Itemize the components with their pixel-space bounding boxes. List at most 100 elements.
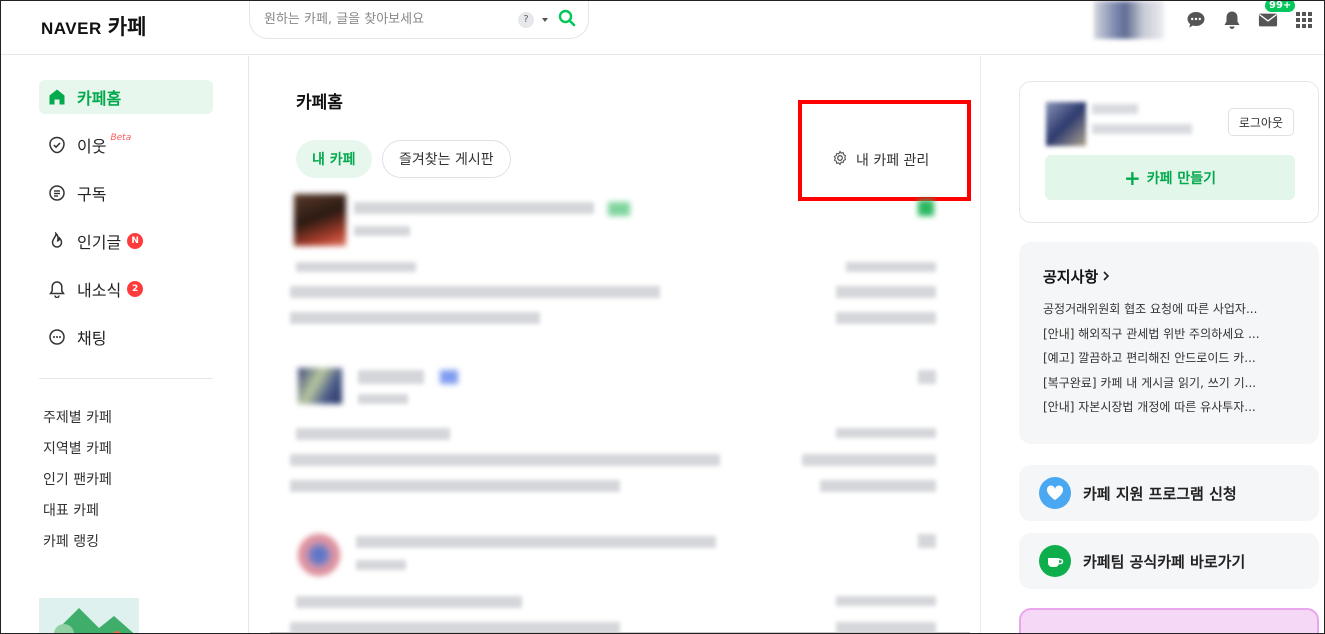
check-circle-icon [47, 135, 67, 155]
beta-tag: Beta [110, 133, 132, 143]
post-line-blur [290, 454, 720, 466]
new-badge: N [127, 233, 144, 249]
user-avatar[interactable] [1094, 1, 1164, 39]
tab-my-cafe[interactable]: 내 카페 [296, 140, 372, 178]
support-program-banner[interactable]: 카페 지원 프로그램 신청 [1019, 465, 1319, 521]
tab-favorite-boards[interactable]: 즐겨찾는 게시판 [382, 140, 511, 178]
mail-count-badge: 99+ [1264, 1, 1297, 13]
logout-button[interactable]: 로그아웃 [1227, 108, 1294, 136]
notification-bell-icon[interactable] [1222, 10, 1242, 30]
create-cafe-button[interactable]: + 카페 만들기 [1045, 155, 1295, 200]
official-cafe-banner[interactable]: 카페팀 공식카페 바로가기 [1019, 533, 1319, 589]
post-date-blur [802, 454, 936, 466]
post-line-blur [296, 428, 450, 440]
post-line-blur [290, 286, 660, 298]
cafe-status-blur [918, 200, 934, 216]
post-line-blur [290, 480, 620, 492]
main-nav: 카페홈 이웃 Beta 구독 인기글 N 내소식 2 채팅 [39, 80, 213, 368]
heart-icon [1039, 477, 1071, 509]
post-date-blur [836, 596, 936, 606]
notice-item[interactable]: [복구완료] 카페 내 게시글 읽기, 쓰기 기... [1043, 373, 1295, 398]
notice-title[interactable]: 공지사항 [1043, 266, 1295, 287]
notice-item[interactable]: [안내] 자본시장법 개정에 따른 유사투자... [1043, 397, 1295, 422]
post-date-blur [836, 286, 936, 298]
chevron-right-icon [1102, 268, 1110, 286]
notice-title-text: 공지사항 [1043, 268, 1099, 286]
link-cafe-ranking[interactable]: 카페 랭킹 [43, 530, 112, 561]
mail-icon[interactable]: 99+ [1258, 1, 1297, 30]
cafe-thumbnail [294, 194, 346, 246]
main-content: 카페홈 내 카페 즐겨찾는 게시판 내 카페 관리 [250, 56, 981, 633]
link-representative-cafes[interactable]: 대표 카페 [43, 499, 112, 530]
cafe-meta-blur [358, 394, 408, 404]
notice-item[interactable]: [안내] 해외직구 관세법 위반 주의하세요 ... [1043, 324, 1295, 349]
cafe-meta-blur [354, 226, 410, 236]
flame-icon [47, 231, 67, 251]
nav-item-label: 내소식 [77, 281, 122, 300]
nav-item-popular[interactable]: 인기글 N [39, 224, 213, 258]
nav-item-cafe-home[interactable]: 카페홈 [39, 80, 213, 114]
profile-avatar[interactable] [1046, 102, 1086, 146]
post-line-blur [290, 312, 540, 324]
notice-item[interactable]: 공정거래위원회 협조 요청에 따른 사업자... [1043, 299, 1295, 324]
nav-item-neighbors[interactable]: 이웃 Beta [39, 128, 213, 162]
coffee-cup-icon [1039, 545, 1071, 577]
sidebar-divider [39, 378, 213, 379]
nav-item-label: 이웃 [77, 137, 107, 156]
link-topic-cafes[interactable]: 주제별 카페 [43, 406, 112, 437]
cafe-tag-blur [608, 202, 630, 216]
cafe-tag-blur [440, 370, 458, 384]
cafe-thumbnail [298, 534, 340, 576]
naver-cafe-logo[interactable]: NAVER 카페 [41, 11, 146, 39]
nav-item-subscribe[interactable]: 구독 [39, 176, 213, 210]
post-date-blur [846, 262, 936, 272]
nav-item-label: 인기글 [77, 233, 122, 252]
page-title: 카페홈 [296, 93, 343, 113]
search-help-icon[interactable]: ? [518, 11, 534, 28]
search-options-caret-icon[interactable] [542, 17, 548, 22]
category-links: 주제별 카페 지역별 카페 인기 팬카페 대표 카페 카페 랭킹 [43, 406, 112, 561]
nav-item-chat[interactable]: 채팅 [39, 320, 213, 354]
link-region-cafes[interactable]: 지역별 카페 [43, 437, 112, 468]
app-window: NAVER 카페 ? 99+ [0, 0, 1325, 634]
right-sidebar: 로그아웃 + 카페 만들기 공지사항 공정거래위원회 협조 요청에 따른 사업자… [982, 56, 1324, 633]
chat-icon[interactable] [1186, 10, 1206, 30]
cafe-thumbnail [298, 368, 342, 404]
nav-item-label: 채팅 [77, 329, 107, 348]
chat-bubble-icon [47, 327, 67, 347]
post-line-blur [296, 262, 416, 272]
post-date-blur [820, 480, 936, 492]
promo-banner-thumbnail[interactable] [39, 598, 139, 633]
cafe-meta-blur [356, 560, 406, 570]
logo-brand: NAVER [41, 19, 102, 38]
nav-item-label: 카페홈 [77, 89, 122, 108]
logo-service: 카페 [107, 15, 147, 39]
post-line-blur [296, 596, 522, 608]
notice-item[interactable]: [예고] 깔끔하고 편리해진 안드로이드 카... [1043, 348, 1295, 373]
notice-panel: 공지사항 공정거래위원회 협조 요청에 따른 사업자... [안내] 해외직구 … [1019, 242, 1319, 444]
link-fan-cafes[interactable]: 인기 팬카페 [43, 468, 112, 499]
nav-item-label: 구독 [77, 185, 107, 204]
cafe-name-blur [356, 536, 716, 548]
home-icon [47, 87, 67, 107]
nav-item-my-news[interactable]: 내소식 2 [39, 272, 213, 306]
cafe-status-blur [918, 534, 936, 548]
plus-icon: + [1123, 165, 1141, 190]
apps-grid-icon[interactable] [1294, 10, 1314, 30]
post-date-blur [836, 312, 936, 324]
cafe-status-blur [918, 370, 936, 384]
cafe-name-blur [354, 202, 594, 214]
search-icon[interactable] [558, 9, 576, 31]
count-badge: 2 [127, 281, 144, 297]
search-input[interactable] [264, 12, 518, 27]
post-date-blur [836, 428, 936, 438]
profile-id-blur [1092, 124, 1192, 134]
cafe-name-blur [358, 370, 424, 384]
search-bar: ? [249, 1, 589, 39]
highlight-annotation-box [798, 100, 971, 201]
document-icon [47, 183, 67, 203]
header-actions: 99+ [1094, 1, 1314, 39]
event-banner[interactable] [1019, 608, 1319, 633]
top-header: NAVER 카페 ? 99+ [1, 1, 1324, 55]
create-cafe-label: 카페 만들기 [1146, 170, 1217, 187]
